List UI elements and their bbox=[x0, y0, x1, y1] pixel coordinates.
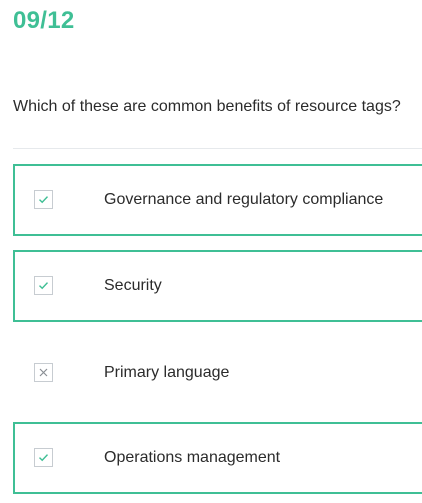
question-counter: 09/12 bbox=[13, 7, 75, 34]
cross-icon bbox=[39, 368, 48, 377]
check-icon bbox=[39, 196, 49, 204]
checkbox[interactable] bbox=[34, 276, 53, 295]
option-label: Security bbox=[104, 277, 162, 294]
divider bbox=[13, 148, 422, 149]
check-icon bbox=[39, 454, 49, 462]
option-operations-management[interactable]: Operations management bbox=[13, 422, 422, 494]
checkbox[interactable] bbox=[34, 190, 53, 209]
option-primary-language[interactable]: Primary language bbox=[13, 337, 422, 409]
option-label: Primary language bbox=[104, 364, 230, 381]
option-label: Governance and regulatory compliance bbox=[104, 191, 384, 208]
question-text: Which of these are common benefits of re… bbox=[13, 98, 401, 115]
option-governance[interactable]: Governance and regulatory compliance bbox=[13, 164, 422, 236]
checkbox[interactable] bbox=[34, 363, 53, 382]
quiz-page: 09/12 Which of these are common benefits… bbox=[0, 0, 422, 503]
option-security[interactable]: Security bbox=[13, 250, 422, 322]
checkbox[interactable] bbox=[34, 448, 53, 467]
option-label: Operations management bbox=[104, 449, 281, 466]
check-icon bbox=[39, 282, 49, 290]
